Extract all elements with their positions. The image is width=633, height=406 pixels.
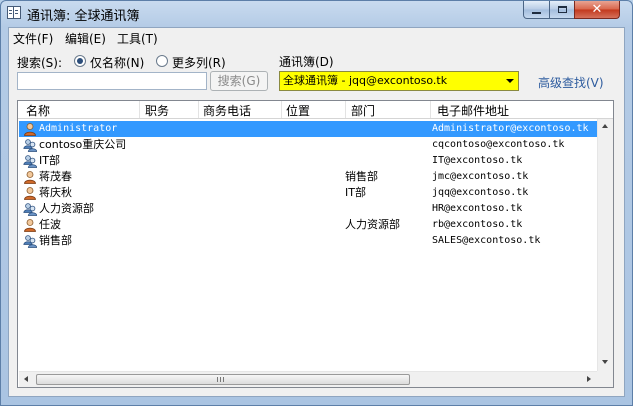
contact-name: 任波: [39, 218, 61, 231]
list-item[interactable]: 任波 人力资源部 rb@excontoso.tk: [19, 217, 597, 233]
title-bar[interactable]: 通讯簿: 全球通讯簿 ✕: [1, 1, 632, 25]
list-item[interactable]: 人力资源部 HR@excontoso.tk: [19, 201, 597, 217]
contact-email: jqq@excontoso.tk: [432, 187, 529, 198]
column-header-phone[interactable]: 商务电话: [203, 102, 251, 119]
scroll-left-icon[interactable]: [24, 376, 28, 382]
client-area: 文件(F) 编辑(E) 工具(T) 搜索(S): 仅名称(N) 更多列(R) 通…: [8, 27, 625, 397]
user-icon: [23, 186, 37, 200]
contact-email: IT@excontoso.tk: [432, 155, 523, 166]
address-book-icon: [7, 6, 21, 19]
chevron-down-icon[interactable]: [506, 79, 514, 83]
user-icon: [23, 122, 37, 136]
scroll-down-icon[interactable]: [602, 360, 608, 364]
scrollbar-corner: [597, 371, 613, 387]
contact-email: HR@excontoso.tk: [432, 203, 523, 214]
contact-name: contoso重庆公司: [39, 138, 127, 151]
minimize-button[interactable]: [523, 1, 550, 19]
contact-name: 销售部: [39, 234, 72, 247]
address-book-window: 通讯簿: 全球通讯簿 ✕ 文件(F) 编辑(E) 工具(T) 搜索(S): 仅名…: [0, 0, 633, 406]
maximize-icon: [557, 6, 567, 13]
contact-name: IT部: [39, 154, 60, 167]
contact-name: 蒋庆秋: [39, 186, 72, 199]
contact-department: 销售部: [345, 170, 378, 183]
name-only-label[interactable]: 仅名称(N): [90, 54, 144, 71]
contact-name: 蒋茂春: [39, 170, 72, 183]
address-book-dropdown[interactable]: 全球通讯簿 - jqq@excontoso.tk: [279, 71, 519, 91]
column-header-location[interactable]: 位置: [286, 102, 310, 119]
horizontal-scrollbar[interactable]: [19, 371, 597, 387]
column-header-email[interactable]: 电子邮件地址: [437, 102, 509, 119]
contact-email: Administrator@excontoso.tk: [432, 123, 589, 134]
column-divider[interactable]: [139, 101, 140, 118]
list-item[interactable]: 销售部 SALES@excontoso.tk: [19, 233, 597, 249]
grip-icon: [217, 377, 226, 382]
more-columns-radio[interactable]: [156, 55, 168, 67]
horizontal-scroll-thumb[interactable]: [36, 374, 410, 385]
list-item[interactable]: 蒋庆秋 IT部 jqq@excontoso.tk: [19, 185, 597, 201]
scroll-right-icon[interactable]: [587, 376, 591, 382]
group-icon: [23, 234, 38, 248]
contact-department: IT部: [345, 186, 366, 199]
contacts-list: 名称 职务 商务电话 位置 部门 电子邮件地址 Administrator Adm…: [17, 100, 614, 388]
user-icon: [23, 218, 37, 232]
menu-edit[interactable]: 编辑(E): [65, 30, 106, 47]
list-item[interactable]: 蒋茂春 销售部 jmc@excontoso.tk: [19, 169, 597, 185]
contact-email: SALES@excontoso.tk: [432, 235, 541, 246]
search-button[interactable]: 搜索(G): [210, 71, 268, 91]
menu-file[interactable]: 文件(F): [13, 30, 53, 47]
column-header-name[interactable]: 名称: [26, 102, 50, 119]
name-only-radio[interactable]: [74, 55, 86, 67]
column-header-title[interactable]: 职务: [145, 102, 169, 119]
contact-email: jmc@excontoso.tk: [432, 171, 529, 182]
maximize-button[interactable]: [549, 1, 575, 19]
column-header-department[interactable]: 部门: [351, 102, 375, 119]
column-divider[interactable]: [430, 101, 431, 118]
window-title: 通讯簿: 全球通讯簿: [27, 9, 140, 24]
menu-bar: 文件(F) 编辑(E) 工具(T): [9, 28, 624, 47]
advanced-find-link[interactable]: 高级查找(V): [538, 74, 604, 91]
contact-name: Administrator: [39, 123, 118, 134]
contact-email: cqcontoso@excontoso.tk: [432, 139, 565, 150]
group-icon: [23, 154, 38, 168]
contact-name: 人力资源部: [39, 202, 94, 215]
list-item[interactable]: contoso重庆公司 cqcontoso@excontoso.tk: [19, 137, 597, 153]
contact-email: rb@excontoso.tk: [432, 219, 523, 230]
column-divider[interactable]: [281, 101, 282, 118]
group-icon: [23, 138, 38, 152]
user-icon: [23, 170, 37, 184]
more-columns-label[interactable]: 更多列(R): [172, 54, 226, 71]
menu-tools[interactable]: 工具(T): [117, 30, 158, 47]
contact-department: 人力资源部: [345, 218, 400, 231]
scroll-up-icon[interactable]: [602, 124, 608, 128]
close-button[interactable]: ✕: [574, 1, 620, 19]
group-icon: [23, 202, 38, 216]
minimize-icon: [532, 11, 541, 14]
list-header: 名称 职务 商务电话 位置 部门 电子邮件地址: [18, 101, 613, 119]
list-item[interactable]: IT部 IT@excontoso.tk: [19, 153, 597, 169]
column-divider[interactable]: [198, 101, 199, 118]
list-item[interactable]: Administrator Administrator@excontoso.tk: [19, 121, 597, 137]
column-divider[interactable]: [345, 101, 346, 118]
address-book-label: 通讯簿(D): [279, 55, 334, 69]
search-input[interactable]: [17, 72, 207, 90]
close-icon: ✕: [591, 2, 603, 17]
vertical-scrollbar[interactable]: [597, 119, 613, 371]
search-label: 搜索(S):: [17, 56, 63, 70]
